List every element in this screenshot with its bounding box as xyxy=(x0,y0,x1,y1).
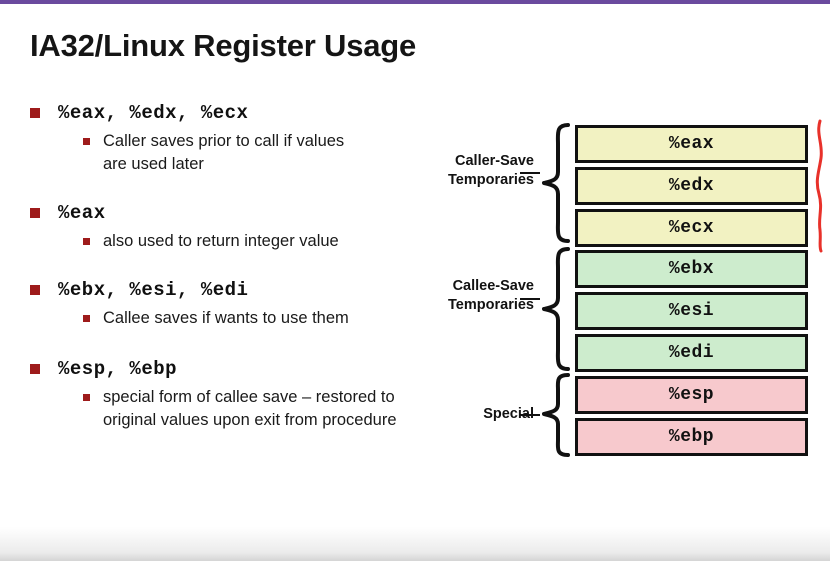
group-label-line2: Temporaries xyxy=(448,172,534,188)
bullet-heading-text: %esp, %ebp xyxy=(58,358,178,380)
register-box-edx: %edx xyxy=(575,167,808,205)
register-label: %edx xyxy=(668,176,715,196)
brace-connector xyxy=(520,172,540,174)
bullet-subitem-text: Callee saves if wants to use them xyxy=(103,309,349,327)
brace-caller-save-icon xyxy=(538,122,572,244)
accent-bar xyxy=(0,0,830,4)
bullet-subitem: also used to return integer value xyxy=(83,230,363,253)
subbullet-square-icon xyxy=(83,138,90,145)
bullet-subitem: Caller saves prior to call if values are… xyxy=(83,130,363,176)
bullet-heading-text: %eax xyxy=(58,202,106,224)
brace-special-icon xyxy=(538,372,572,458)
register-box-ebp: %ebp xyxy=(575,418,808,456)
register-box-esi: %esi xyxy=(575,292,808,330)
bullet-square-icon xyxy=(30,364,40,374)
register-box-edi: %edi xyxy=(575,334,808,372)
subbullet-square-icon xyxy=(83,394,90,401)
register-label: %esp xyxy=(668,385,715,405)
group-label-callee-save: Callee-Save Temporaries xyxy=(334,277,534,315)
bullet-heading-text: %ebx, %esi, %edi xyxy=(58,279,249,301)
red-ink-annotation xyxy=(810,118,830,254)
bullet-square-icon xyxy=(30,208,40,218)
bullet-subitem: Callee saves if wants to use them xyxy=(83,307,363,330)
register-diagram: Caller-Save Temporaries %eax %edx %ecx C… xyxy=(410,112,830,472)
group-label-line1: Special xyxy=(483,406,534,422)
register-box-ecx: %ecx xyxy=(575,209,808,247)
register-label: %ebp xyxy=(668,427,715,447)
bullet-subitem-text: Caller saves prior to call if values are… xyxy=(103,132,345,173)
bullet-square-icon xyxy=(30,285,40,295)
register-label: %edi xyxy=(668,343,715,363)
group-label-line1: Callee-Save xyxy=(452,278,534,294)
register-label: %ecx xyxy=(668,218,715,238)
register-label: %esi xyxy=(668,301,715,321)
bullet-list: %eax, %edx, %ecx Caller saves prior to c… xyxy=(28,100,428,432)
group-label-line1: Caller-Save xyxy=(455,153,534,169)
page-title: IA32/Linux Register Usage xyxy=(30,28,417,63)
bullet-square-icon xyxy=(30,108,40,118)
register-box-eax: %eax xyxy=(575,125,808,163)
subbullet-square-icon xyxy=(83,238,90,245)
group-label-caller-save: Caller-Save Temporaries xyxy=(334,152,534,190)
slide-canvas: IA32/Linux Register Usage %eax, %edx, %e… xyxy=(0,0,830,561)
bullet-heading: %eax xyxy=(28,200,428,226)
subbullet-square-icon xyxy=(83,315,90,322)
bullet-group-return-value: %eax also used to return integer value xyxy=(28,200,428,253)
bullet-heading-text: %eax, %edx, %ecx xyxy=(58,102,249,124)
group-label-special: Special xyxy=(334,405,534,424)
brace-connector xyxy=(520,298,540,300)
register-box-ebx: %ebx xyxy=(575,250,808,288)
brace-connector xyxy=(520,414,540,416)
bullet-heading: %eax, %edx, %ecx xyxy=(28,100,428,126)
bullet-subitem-text: also used to return integer value xyxy=(103,232,339,250)
register-label: %ebx xyxy=(668,259,715,279)
bullet-heading: %esp, %ebp xyxy=(28,356,428,382)
group-label-line2: Temporaries xyxy=(448,297,534,313)
register-box-esp: %esp xyxy=(575,376,808,414)
register-label: %eax xyxy=(668,134,715,154)
bottom-gradient xyxy=(0,527,830,561)
brace-callee-save-icon xyxy=(538,246,572,372)
